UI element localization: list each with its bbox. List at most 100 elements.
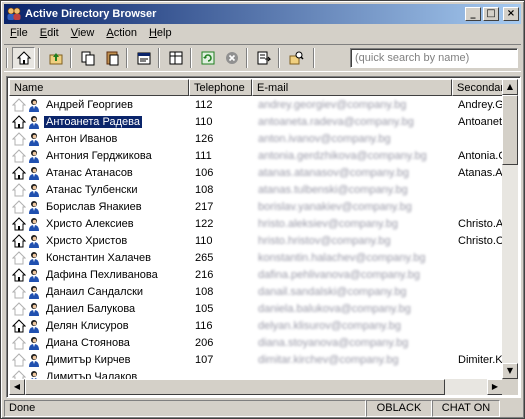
menu-edit[interactable]: Edit [34,25,65,43]
table-row[interactable]: Борислав Янакиев 217 borislav.yanakiev@com… [9,198,505,215]
minimize-button[interactable]: _ [465,7,481,21]
vertical-scroll-thumb[interactable] [502,95,518,165]
user-icon [27,234,41,248]
toolbar-separator [158,48,160,68]
home-user-inactive-icon [11,284,27,299]
cell-email: hristo.hristov@company.bg [258,234,391,247]
menu-action[interactable]: Action [100,25,143,43]
scroll-up-button[interactable]: ▲ [502,79,518,95]
filter-button[interactable] [284,47,307,69]
column-header-email[interactable]: E-mail [252,79,452,96]
resize-grip[interactable] [500,400,520,417]
cell-telephone: 105 [195,302,214,315]
menu-access-key: A [106,27,114,39]
menu-view[interactable]: View [65,25,101,43]
menu-help[interactable]: Help [143,25,178,43]
scroll-left-button[interactable]: ◀ [9,379,25,395]
paste-icon [106,51,118,66]
cell-name: Христо Алексиев [9,216,189,231]
cell-telephone: 107 [195,353,214,366]
column-header-telephone[interactable]: Telephone [189,79,252,96]
user-list[interactable]: Name Telephone E-mail Secondar Андрей Ге… [6,76,521,398]
table-row[interactable]: Антония Герджикова 111 antonia.gerdzhikova… [9,147,505,164]
table-row[interactable]: Даниел Балукова 105 daniela.balukova@compa… [9,300,505,317]
cell-name: Делян Клисуров [9,318,189,333]
export-icon [257,51,271,65]
status-text: Done [4,400,366,417]
properties-button[interactable] [132,47,155,69]
table-row[interactable]: Христо Алексиев 122 hristo.aleksiev@compan… [9,215,505,232]
table-row[interactable]: Константин Халачев 265 konstantin.halachev… [9,249,505,266]
table-row[interactable]: Атанас Атанасов 106 atanas.atanasov@compan… [9,164,505,181]
refresh-button[interactable] [196,47,219,69]
cell-name: Атанас Атанасов [9,165,189,180]
home-button[interactable] [12,47,35,69]
cell-telephone: 206 [195,336,214,349]
table-row[interactable]: Диана Стоянова 206 diana.stoyanova@company… [9,334,505,351]
table-row[interactable]: Делян Клисуров 116 delyan.klisurov@company… [9,317,505,334]
user-name: Антоанета Радева [43,114,143,129]
column-header-name[interactable]: Name [9,79,189,96]
cell-name: Атанас Тулбенски [9,182,189,197]
table-row[interactable]: Атанас Тулбенски 108 atanas.tulbenski@comp… [9,181,505,198]
scroll-down-button[interactable]: ▼ [502,363,518,379]
quick-search-input[interactable]: (quick search by name) [350,48,518,68]
user-icon [27,319,41,333]
column-header-secondary[interactable]: Secondar [452,79,505,96]
cell-name: Диана Стоянова [9,335,189,350]
up-folder-button[interactable] [44,47,67,69]
status-bar: Done OBLACK CHAT ON [4,400,521,417]
home-user-inactive-icon [11,301,27,316]
home-icon [16,51,31,65]
user-icon [27,183,41,197]
user-name: Антон Иванов [46,132,118,145]
scroll-corner [502,379,518,395]
cell-telephone: 217 [195,200,214,213]
user-name: Атанас Атанасов [46,166,133,179]
cell-secondary: Christo.Cl [458,234,505,247]
user-icon [27,115,41,129]
table-row[interactable]: Андрей Георгиев 112 andrey.georgiev@compan… [9,96,505,113]
table-row[interactable]: Димитър Кирчев 107 dimitar.kirchev@company… [9,351,505,368]
cell-email: diana.stoyanova@company.bg [258,336,409,349]
home-user-inactive-icon [11,182,27,197]
table-row[interactable]: Христо Христов 110 hristo.hristov@company.… [9,232,505,249]
menu-access-key: H [148,27,157,39]
table-row[interactable]: Антоанета Радева 110 antoaneta.radeva@comp… [9,113,505,130]
user-name: Данаил Сандалски [46,285,144,298]
filter-icon [289,51,304,65]
table-row[interactable]: Димитър Чалаков [9,368,505,379]
paste-button[interactable] [100,47,123,69]
window-title: Active Directory Browser [25,8,157,20]
user-icon [27,200,41,214]
cell-telephone: 116 [195,319,213,332]
user-name: Атанас Тулбенски [46,183,138,196]
vertical-scrollbar[interactable]: ▲ ▼ [502,79,518,379]
stop-button[interactable] [220,47,243,69]
cell-email: danail.sandalski@company.bg [258,285,407,298]
horizontal-scrollbar[interactable]: ◀ ▶ [9,379,503,395]
export-button[interactable] [252,47,275,69]
table-row[interactable]: Антон Иванов 126 anton.ivanov@company.bg [9,130,505,147]
menu-access-key: V [70,27,78,39]
cell-secondary: Atanas.A [458,166,503,179]
cell-telephone: 110 [195,234,213,247]
home-user-inactive-icon [11,97,27,112]
cell-name: Константин Халачев [9,250,189,265]
maximize-button[interactable]: □ [483,7,499,21]
horizontal-scroll-thumb[interactable] [25,379,445,395]
toolbar-separator [126,48,128,68]
title-bar[interactable]: Active Directory Browser _ □ × [4,4,521,24]
details-view-button[interactable] [164,47,187,69]
table-row[interactable]: Данаил Сандалски 108 danail.sandalski@comp… [9,283,505,300]
cell-email: atanas.atanasov@company.bg [258,166,410,179]
home-user-icon [11,114,27,129]
close-button[interactable]: × [503,7,519,21]
user-icon [27,251,41,265]
table-row[interactable]: Дафина Пехливанова 216 dafina.pehlivanova@… [9,266,505,283]
menu-file[interactable]: File [4,25,34,43]
copy-button[interactable] [76,47,99,69]
home-user-inactive-icon [11,369,27,379]
cell-name: Борислав Янакиев [9,199,189,214]
scroll-right-button[interactable]: ▶ [487,379,503,395]
